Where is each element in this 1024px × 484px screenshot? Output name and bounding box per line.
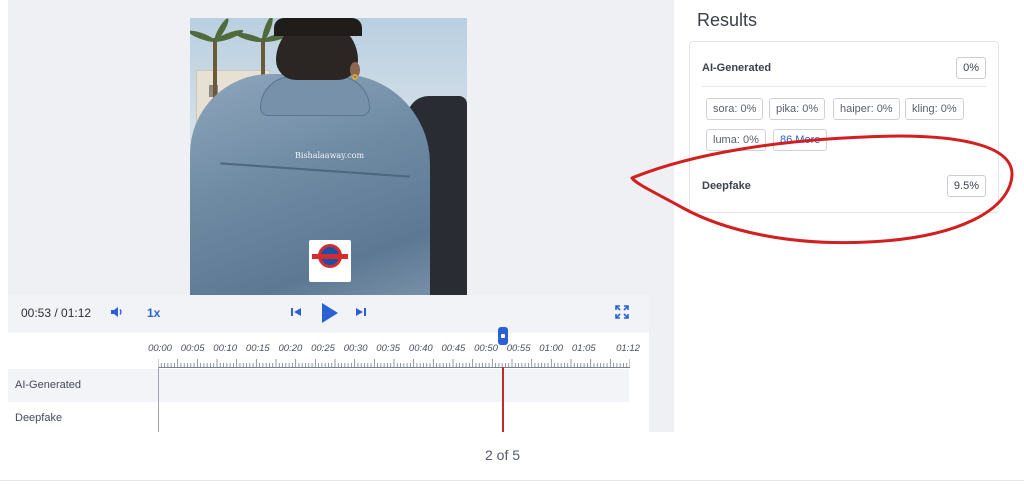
timeline-tick-label: 00:10 [213,343,238,354]
model-chip-haiper: haiper: 0% [833,98,900,120]
timeline-tick-label: 00:35 [376,343,401,354]
timeline-tick-label: 00:50 [474,343,498,354]
timeline-playhead[interactable] [502,367,504,432]
bottom-divider [0,480,1024,481]
ai-generated-value: 0% [956,57,986,79]
results-title: Results [697,10,758,30]
model-chip-kling: kling: 0% [905,98,964,120]
timeline-row-ai-generated: AI-Generated [8,369,629,402]
volume-icon[interactable] [109,304,125,325]
playback-speed-button[interactable]: 1x [147,306,160,320]
deepfake-label: Deepfake [702,180,751,192]
ai-generated-label: AI-Generated [702,62,772,74]
playhead-handle[interactable] [498,327,508,345]
timeline-tick-label: 00:00 [148,343,172,354]
skip-back-icon[interactable] [289,304,303,324]
video-watermark: Bishalaaway.com [295,151,365,160]
results-card: AI-Generated 0% sora: 0% pika: 0% haiper… [689,41,999,213]
timeline-tick-label: 00:15 [245,343,270,354]
timeline-tick-label: 00:45 [441,343,466,354]
timeline-tick-label: 00:30 [343,343,368,354]
timeline-tick-label: 00:55 [506,343,531,354]
time-display: 00:53 / 01:12 [21,306,92,320]
skip-forward-icon[interactable] [354,304,368,324]
video-frame[interactable]: Bishalaaway.com [190,18,467,295]
timeline-tick-label: 00:20 [278,343,303,354]
timeline-row-label: Deepfake [15,412,63,424]
pagination-label: 2 of 5 [484,447,521,463]
timeline-tick-label: 00:40 [408,343,433,354]
channel-logo [309,240,351,282]
results-divider [702,86,986,87]
video-collar [260,76,370,116]
model-chip-luma: luma: 0% [706,129,766,151]
detection-timeline: 00:00 00:05 00:10 00:15 00:20 00:25 00:30 00:35… [8,327,649,435]
video-cap [274,18,362,36]
timeline-ruler[interactable] [158,358,630,368]
timeline-tick-label: 01:05 [571,343,596,354]
more-models-button[interactable]: 86 More [773,129,828,151]
play-icon[interactable] [318,301,340,330]
page: Bishalaaway.com 00:53 / 01:12 1x 00:00 00… [0,0,1024,484]
timeline-tick-label: 00:05 [180,343,205,354]
video-palm-tree [190,18,245,98]
timeline-tick-label: 00:25 [311,343,335,354]
timeline-start-line [158,367,159,432]
deepfake-value: 9.5% [946,175,986,197]
timeline-row-deepfake: Deepfake [8,402,629,435]
model-chip-sora: sora: 0% [706,98,764,120]
video-earring [352,74,358,80]
fullscreen-icon[interactable] [615,304,629,324]
timeline-tick-label: 01:12 [616,343,640,354]
timeline-tick-label: 01:00 [539,343,564,354]
player-controls: 00:53 / 01:12 1x [8,295,649,333]
timeline-row-label: AI-Generated [15,379,82,391]
model-chip-pika: pika: 0% [769,98,826,120]
